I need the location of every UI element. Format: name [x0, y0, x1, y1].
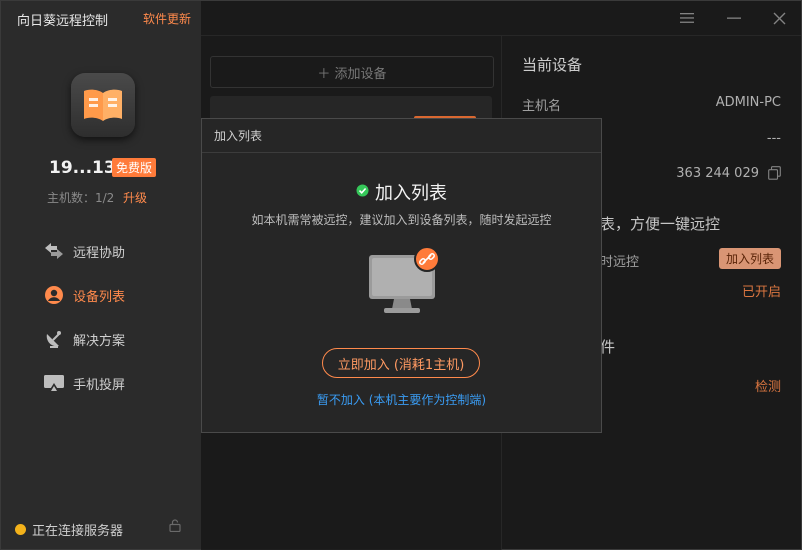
- remote-control-label: 时远控: [600, 255, 640, 270]
- current-device-title: 当前设备: [522, 56, 583, 74]
- lock-icon[interactable]: [169, 519, 181, 536]
- sidebar: 向日葵远程控制 软件更新 19...13 免费版 主机数：1/2 升级 远程协助…: [1, 1, 201, 549]
- dialog-description: 如本机需常被远控，建议加入到设备列表，随时发起远控: [251, 213, 552, 227]
- add-list-section-title: 表，方便一键远控: [600, 215, 721, 233]
- sidebar-item-label: 解决方案: [73, 333, 126, 349]
- add-device-button[interactable]: ＋ 添加设备: [210, 56, 494, 88]
- hostname-label: 主机名: [522, 99, 562, 114]
- monitor-link-icon: [367, 246, 447, 315]
- sidebar-item-label: 手机投屏: [73, 377, 126, 393]
- join-list-button[interactable]: 加入列表: [718, 248, 781, 269]
- dialog-header: 加入列表: [202, 119, 601, 153]
- dialog-title-row: 加入列表: [202, 179, 601, 205]
- device-code: 19...13: [49, 158, 116, 178]
- join-list-dialog: 加入列表 加入列表 如本机需常被远控，建议加入到设备列表，随时发起远控 立即加入…: [201, 118, 602, 433]
- screen-cast-icon: [43, 372, 65, 394]
- sidebar-item-device-list[interactable]: 设备列表: [1, 273, 201, 317]
- sidebar-nav: 远程协助 设备列表 解决方案 手机投屏: [1, 229, 201, 405]
- sidebar-item-label: 远程协助: [73, 245, 126, 261]
- app-title: 向日葵远程控制: [17, 14, 109, 29]
- device-list-icon: [43, 284, 65, 306]
- remote-assist-icon: [43, 240, 65, 262]
- plan-badge: 免费版: [112, 158, 157, 177]
- sidebar-item-remote-assist[interactable]: 远程协助: [1, 229, 201, 273]
- app-window: 向日葵远程控制 软件更新 19...13 免费版 主机数：1/2 升级 远程协助…: [0, 0, 802, 550]
- not-now-link[interactable]: 暂不加入 (本机主要作为控制端): [202, 391, 601, 408]
- plugin-section-title: 件: [600, 338, 616, 356]
- status-text: 正在连接服务器: [32, 524, 124, 539]
- upgrade-link[interactable]: 升级: [123, 189, 147, 206]
- detect-link[interactable]: 检测: [755, 376, 781, 395]
- book-icon: [84, 89, 122, 121]
- host-count: 主机数：1/2: [47, 191, 115, 205]
- menu-icon[interactable]: [676, 7, 698, 29]
- enabled-status: 已开启: [741, 285, 781, 300]
- status-dot-icon: [15, 524, 26, 535]
- device-row2-value: ---: [766, 131, 781, 146]
- hostname-value: ADMIN-PC: [715, 95, 781, 110]
- minimize-icon[interactable]: [723, 7, 745, 29]
- close-icon[interactable]: [768, 7, 790, 29]
- dialog-title: 加入列表: [375, 183, 447, 204]
- copy-icon[interactable]: [768, 166, 781, 184]
- check-circle-icon: [356, 184, 369, 201]
- sidebar-item-label: 设备列表: [73, 289, 126, 305]
- satellite-dish-icon: [43, 328, 65, 350]
- device-id-value: 363 244 029: [676, 166, 759, 181]
- join-now-button[interactable]: 立即加入 (消耗1主机): [322, 348, 480, 378]
- connection-status: 正在连接服务器: [15, 520, 123, 539]
- sidebar-item-screen-cast[interactable]: 手机投屏: [1, 361, 201, 405]
- app-logo: [71, 73, 135, 137]
- software-update-link[interactable]: 软件更新: [143, 10, 191, 27]
- sidebar-item-solutions[interactable]: 解决方案: [1, 317, 201, 361]
